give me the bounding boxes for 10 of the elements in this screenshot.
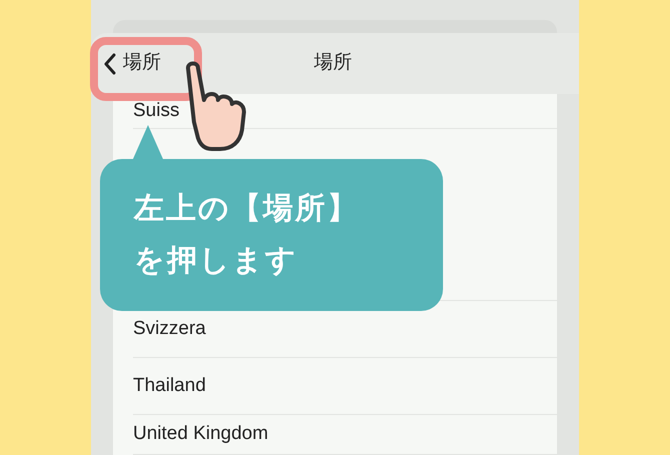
callout-text: 左上の【場所】 — [134, 191, 360, 227]
list-item[interactable]: Suiss — [133, 96, 180, 126]
pointing-hand-icon — [184, 60, 246, 152]
callout-text: を押します — [134, 243, 299, 279]
list-item[interactable]: United Kingdom — [133, 420, 268, 449]
back-chevron-icon — [103, 52, 117, 75]
list-item[interactable]: Svizzera — [133, 314, 206, 344]
screen-title: 場所 — [314, 51, 352, 76]
back-button[interactable]: 場所 — [103, 49, 161, 78]
list-item[interactable]: Thailand — [133, 372, 206, 400]
